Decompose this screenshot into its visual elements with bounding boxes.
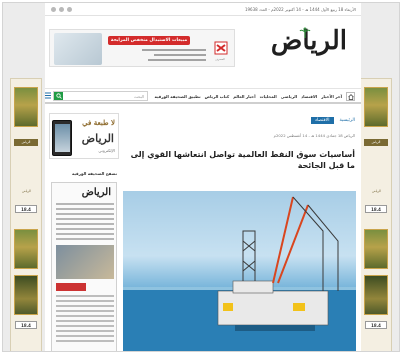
ad-caption-small: الرياض <box>22 189 31 193</box>
magazine-cover <box>364 229 388 269</box>
magazine-cover <box>14 229 38 269</box>
ad-caption: الرياض <box>14 139 38 146</box>
search-icon <box>55 93 62 99</box>
nav-item-latest[interactable]: آخر الأخبار <box>321 94 342 99</box>
main-nav: آخر الأخبار الاقتصاد الرياضي المحليات أخ… <box>45 88 361 104</box>
nav-home-button[interactable] <box>346 92 355 101</box>
article-meta: الرياض 18 جمادى 1444 هـ - 14 أغسطس 2022م <box>273 133 355 138</box>
social-icon[interactable] <box>67 7 72 12</box>
palm-icon <box>299 27 311 38</box>
breadcrumb-section[interactable]: الاقتصاد <box>310 117 334 124</box>
paper-photo <box>56 245 114 279</box>
breadcrumb-home[interactable]: الرئيسية <box>340 118 356 123</box>
home-icon <box>347 93 354 100</box>
nav-item-sports[interactable]: الرياضي <box>281 94 297 99</box>
ad-price: 18.4 <box>365 205 387 213</box>
print-edition-thumbnail[interactable]: الرياض <box>51 182 117 351</box>
top-bar: الأربعاء 18 ربيع الأول 1444 هـ - 14 أكتو… <box>45 3 361 16</box>
banner-cta[interactable]: مبيعات الاستبدال منخفض المرابحة <box>108 36 190 45</box>
menu-icon[interactable] <box>45 92 51 99</box>
article-photo <box>123 191 356 351</box>
main-column: الأربعاء 18 ربيع الأول 1444 هـ - 14 أكتو… <box>45 3 361 351</box>
browser-frame: الرياض الرياض 18.4 18.4 الرياض الرياض 18… <box>2 2 400 352</box>
banner-text-line <box>142 49 206 51</box>
promo-title: لا طبعة في <box>82 118 115 127</box>
nav-item-print-edition[interactable]: تطبيق الصحيفة الورقية <box>155 94 201 99</box>
ad-price: 18.4 <box>365 321 387 329</box>
nav-item-economy[interactable]: الاقتصاد <box>301 94 317 99</box>
banner-text-line <box>154 54 206 56</box>
paper-text-lines <box>56 203 114 243</box>
print-edition-label: تصفح الصحيفة الورقية <box>72 171 117 176</box>
top-date: الأربعاء 18 ربيع الأول 1444 هـ - 14 أكتو… <box>244 6 356 12</box>
header-banner-ad[interactable]: مبيعات الاستبدال منخفض المرابحة المصرف <box>49 29 235 67</box>
social-icon[interactable] <box>59 7 64 12</box>
article-content: الرئيسية الاقتصاد الرياض 18 جمادى 1444 ه… <box>117 111 361 351</box>
digital-edition-promo[interactable]: لا طبعة في الرياض الإلكتروني <box>49 113 119 159</box>
promo-subtitle: الإلكتروني <box>98 148 115 153</box>
ad-caption: الرياض <box>364 139 388 146</box>
oil-rig-image <box>123 196 356 351</box>
right-side-ad[interactable]: الرياض الرياض 18.4 18.4 <box>360 78 392 351</box>
bank-logo-icon <box>214 41 228 55</box>
breadcrumb: الرئيسية الاقتصاد <box>310 117 356 124</box>
magazine-cover <box>14 275 38 315</box>
magazine-cover <box>364 275 388 315</box>
search-button[interactable] <box>54 92 63 100</box>
search-box[interactable]: البحث <box>53 91 148 101</box>
promo-brand: الرياض <box>81 132 114 145</box>
ad-caption-small: الرياض <box>372 189 381 193</box>
nav-item-world[interactable]: أخبار العالم <box>233 94 255 99</box>
ad-price: 18.4 <box>15 321 37 329</box>
social-icon[interactable] <box>51 7 56 12</box>
site-logo[interactable]: الرياض <box>255 26 347 74</box>
magazine-cover <box>14 87 38 127</box>
magazine-cover <box>364 87 388 127</box>
social-links <box>51 7 72 12</box>
article-headline: أساسيات سوق النفط العالمية تواصل انتعاشه… <box>130 150 355 170</box>
banner-image <box>54 33 102 65</box>
paper-red-block <box>56 283 86 291</box>
paper-text-lines <box>56 295 114 345</box>
nav-items: آخر الأخبار الاقتصاد الرياضي المحليات أخ… <box>155 92 355 101</box>
nav-item-local[interactable]: المحليات <box>260 94 277 99</box>
sidebar: لا طبعة في الرياض الإلكتروني تصفح الصحيف… <box>49 111 119 351</box>
nav-item-writers[interactable]: كتاب الرياض <box>205 94 230 99</box>
paper-masthead: الرياض <box>81 187 111 198</box>
left-side-ad[interactable]: الرياض الرياض 18.4 18.4 <box>10 78 42 351</box>
tablet-image <box>52 120 72 156</box>
bank-name: المصرف <box>214 57 226 61</box>
search-input[interactable]: البحث <box>134 94 144 99</box>
banner-text-line <box>148 59 206 61</box>
site-header: مبيعات الاستبدال منخفض المرابحة المصرف ا… <box>45 16 361 76</box>
ad-price: 18.4 <box>15 205 37 213</box>
